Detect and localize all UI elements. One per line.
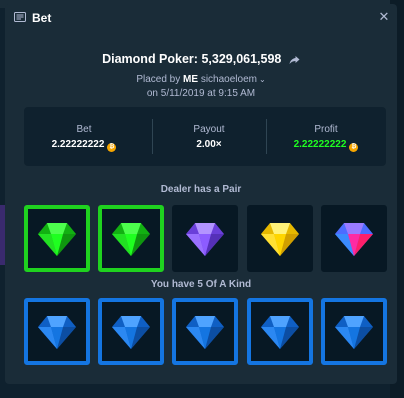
dealer-card-2[interactable] <box>98 205 164 272</box>
placed-by-prefix: Placed by <box>136 74 181 85</box>
bet-stats-panel: Bet 2.22222222 ₿ Payout 2.00× Profit 2.22… <box>24 107 386 166</box>
blue-diamond-icon <box>112 315 150 349</box>
modal-title: Bet <box>32 11 52 25</box>
placed-by-line: Placed by ME sichaoeloem ⌄ <box>5 74 397 85</box>
stat-bet: Bet 2.22222222 ₿ <box>24 107 144 166</box>
player-card-3[interactable] <box>172 298 238 365</box>
dealer-card-3[interactable] <box>172 205 238 272</box>
bitcoin-coin-icon: ₿ <box>349 143 359 152</box>
stat-payout-label: Payout <box>193 124 225 135</box>
username-link[interactable]: sichaoeloem <box>201 74 257 85</box>
player-card-4[interactable] <box>247 298 313 365</box>
dealer-card-1[interactable] <box>24 205 90 272</box>
blue-diamond-icon <box>38 315 76 349</box>
player-hand-label: You have 5 Of A Kind <box>150 279 252 290</box>
dealer-hand-label: Dealer has a Pair <box>160 184 242 195</box>
bet-details-modal: Bet ✕ Diamond Poker: 5,329,061,598 Place… <box>5 4 397 384</box>
green-diamond-icon <box>112 222 150 256</box>
modal-header: Bet ✕ <box>5 4 397 30</box>
stat-bet-label: Bet <box>76 124 92 135</box>
stat-payout: Payout 2.00× <box>152 107 266 166</box>
player-card-1[interactable] <box>24 298 90 365</box>
blue-diamond-icon <box>186 315 224 349</box>
stat-profit-label: Profit <box>314 124 338 135</box>
user-badge: ME <box>183 74 199 85</box>
dealer-card-4[interactable] <box>247 205 313 272</box>
bitcoin-coin-icon: ₿ <box>107 143 117 152</box>
stat-payout-value: 2.00× <box>196 139 222 150</box>
green-diamond-icon <box>38 222 76 256</box>
game-name[interactable]: Diamond Poker <box>102 52 194 66</box>
stat-profit: Profit 2.22222222 ₿ <box>266 107 386 166</box>
stat-bet-value: 2.22222222 <box>51 139 105 150</box>
purple-diamond-icon <box>186 222 224 256</box>
bet-slip-icon <box>14 12 26 22</box>
dealer-card-5[interactable] <box>321 205 387 272</box>
player-card-5[interactable] <box>321 298 387 365</box>
stat-bet-value-row: 2.22222222 ₿ <box>24 139 144 152</box>
bet-id: 5,329,061,598 <box>201 52 282 66</box>
share-icon[interactable] <box>289 55 300 65</box>
multicolor-diamond-icon <box>335 222 373 256</box>
close-icon[interactable]: ✕ <box>378 10 390 24</box>
blue-diamond-icon <box>335 315 373 349</box>
player-card-2[interactable] <box>98 298 164 365</box>
bet-date: on 5/11/2019 at 9:15 AM <box>146 88 256 99</box>
bet-title: Diamond Poker: 5,329,061,598 <box>5 52 397 66</box>
stat-profit-value-row: 2.22222222 ₿ <box>266 139 386 152</box>
blue-diamond-icon <box>261 315 299 349</box>
stat-profit-value: 2.22222222 <box>293 139 347 150</box>
yellow-diamond-icon <box>261 222 299 256</box>
chevron-down-icon[interactable]: ⌄ <box>259 75 266 84</box>
